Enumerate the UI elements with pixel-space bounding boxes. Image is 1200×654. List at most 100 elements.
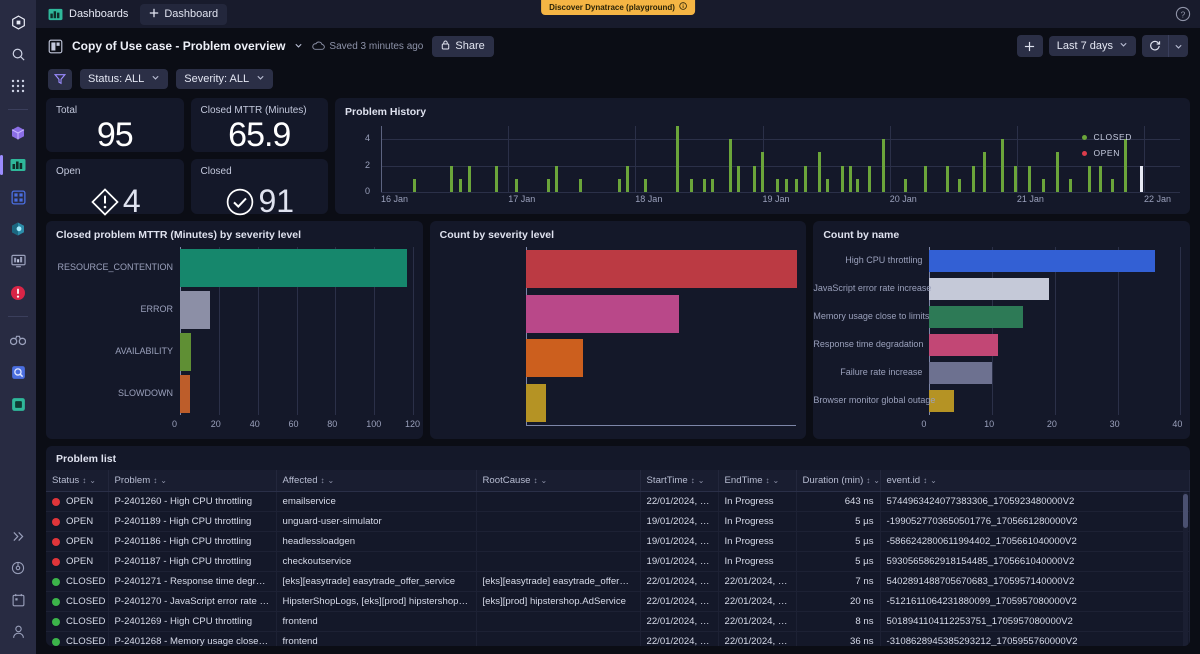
bar-closed[interactable] [737, 166, 740, 192]
table-row[interactable]: CLOSEDP-2401270 - JavaScript error rate … [46, 592, 1190, 612]
notebooks-icon[interactable] [6, 185, 30, 209]
bar-closed[interactable] [972, 166, 975, 192]
bar-closed[interactable] [1056, 152, 1059, 192]
bar-3[interactable] [526, 384, 546, 422]
bar-closed[interactable] [579, 179, 582, 192]
bar-closed[interactable] [644, 179, 647, 192]
sort-icon[interactable]: ↕ [82, 476, 86, 485]
bar-closed[interactable] [849, 166, 852, 192]
bar-closed[interactable] [690, 179, 693, 192]
bar-closed[interactable] [818, 152, 821, 192]
dashboards-app-button[interactable]: Dashboards [44, 6, 132, 23]
bar-closed[interactable] [1111, 179, 1114, 192]
expand-rail-icon[interactable] [6, 524, 30, 548]
bar-closed[interactable] [958, 179, 961, 192]
bar-closed[interactable] [946, 166, 949, 192]
distributed-tracing-icon[interactable] [6, 360, 30, 384]
bar-closed[interactable] [468, 166, 471, 192]
table-scrollbar-thumb[interactable] [1183, 494, 1188, 528]
table-header-endtime[interactable]: EndTime↕⌄ [718, 470, 796, 492]
title-chevron-down-icon[interactable] [294, 37, 303, 55]
search-icon[interactable] [6, 42, 30, 66]
refresh-icon[interactable] [1142, 35, 1168, 57]
sort-icon[interactable]: ↕ [766, 476, 770, 485]
calendar-icon[interactable] [6, 588, 30, 612]
problem-list-tile[interactable]: Problem list Status↕⌄Problem↕⌄Affected↕⌄… [46, 446, 1190, 646]
logs-icon[interactable] [6, 392, 30, 416]
table-header-duration-min[interactable]: Duration (min)↕⌄ [796, 470, 880, 492]
add-tile-button[interactable] [1017, 35, 1043, 57]
kpi-tile-total[interactable]: Total 95 [46, 98, 184, 152]
bar-closed[interactable] [1099, 166, 1102, 192]
bar-closed[interactable] [495, 166, 498, 192]
table-row[interactable]: OPENP-2401189 - High CPU throttlingungua… [46, 512, 1190, 532]
refresh-options-chevron-down-icon[interactable] [1168, 35, 1188, 57]
legend-item-closed[interactable]: CLOSED [1082, 132, 1132, 142]
table-header-affected[interactable]: Affected↕⌄ [276, 470, 476, 492]
kpi-tile-open[interactable]: Open 4 [46, 159, 184, 214]
bar-closed[interactable] [776, 179, 779, 192]
column-menu-chevron-down-icon[interactable]: ⌄ [773, 476, 780, 485]
sort-icon[interactable]: ↕ [534, 476, 538, 485]
chart-tile-mttr-by-severity[interactable]: Closed problem MTTR (Minutes) by severit… [46, 221, 423, 439]
table-header-starttime[interactable]: StartTime↕⌄ [640, 470, 718, 492]
chart-tile-problem-history[interactable]: Problem History 02416 Jan17 Jan18 Jan19 … [335, 98, 1190, 214]
bar-0[interactable] [929, 250, 1155, 272]
new-dashboard-tab-button[interactable]: Dashboard [140, 4, 227, 25]
table-row[interactable]: OPENP-2401186 - High CPU throttlingheadl… [46, 532, 1190, 552]
bar-closed[interactable] [459, 179, 462, 192]
legend-item-open[interactable]: OPEN [1082, 148, 1132, 158]
apps-grid-icon[interactable] [6, 74, 30, 98]
bar-closed[interactable] [856, 179, 859, 192]
bar-closed[interactable] [785, 179, 788, 192]
bar-closed[interactable] [804, 166, 807, 192]
account-icon[interactable] [6, 620, 30, 644]
bar-closed[interactable] [841, 166, 844, 192]
kpi-tile-closed[interactable]: Closed 91 [191, 159, 329, 214]
problems-icon[interactable] [6, 281, 30, 305]
column-menu-chevron-down-icon[interactable]: ⌄ [541, 476, 548, 485]
sort-icon[interactable]: ↕ [691, 476, 695, 485]
sort-icon[interactable]: ↕ [321, 476, 325, 485]
bar-closed[interactable] [983, 152, 986, 192]
bar-2[interactable] [929, 306, 1023, 328]
column-menu-chevron-down-icon[interactable]: ⌄ [698, 476, 705, 485]
table-header-problem[interactable]: Problem↕⌄ [108, 470, 276, 492]
bar-2[interactable] [180, 333, 191, 371]
data-explorer-icon[interactable] [6, 217, 30, 241]
column-menu-chevron-down-icon[interactable]: ⌄ [89, 476, 96, 485]
bar-closed[interactable] [1069, 179, 1072, 192]
bar-closed[interactable] [626, 166, 629, 192]
bar-closed[interactable] [1028, 166, 1031, 192]
bar-1[interactable] [526, 295, 679, 333]
sort-icon[interactable]: ↕ [153, 476, 157, 485]
share-button[interactable]: Share [432, 36, 493, 57]
bar-closed[interactable] [924, 166, 927, 192]
help-circle-icon[interactable]: ? [1174, 5, 1192, 23]
bar-closed[interactable] [450, 166, 453, 192]
table-row[interactable]: CLOSEDP-2401271 - Response time degradat… [46, 572, 1190, 592]
bar-closed[interactable] [1001, 139, 1004, 192]
bar-closed[interactable] [1042, 179, 1045, 192]
bar-closed[interactable] [1014, 166, 1017, 192]
bar-3[interactable] [180, 375, 190, 413]
bar-closed[interactable] [1088, 166, 1091, 192]
bar-closed[interactable] [711, 179, 714, 192]
bar-closed[interactable] [515, 179, 518, 192]
home-icon[interactable] [6, 10, 30, 34]
bar-closed[interactable] [868, 166, 871, 192]
bar-closed[interactable] [761, 152, 764, 192]
table-header-status[interactable]: Status↕⌄ [46, 470, 108, 492]
mttr-by-severity-plot[interactable]: 020406080100120RESOURCE_CONTENTIONERRORA… [46, 247, 413, 433]
filter-chip-status[interactable]: Status: ALL [80, 69, 168, 89]
table-header-rootcause[interactable]: RootCause↕⌄ [476, 470, 640, 492]
bar-closed[interactable] [729, 139, 732, 192]
table-row[interactable]: OPENP-2401187 - High CPU throttlingcheck… [46, 552, 1190, 572]
bar-1[interactable] [180, 291, 210, 329]
bar-3[interactable] [929, 334, 998, 356]
kpi-tile-closed-mttr[interactable]: Closed MTTR (Minutes) 65.9 [191, 98, 329, 152]
bar-2[interactable] [526, 339, 583, 377]
launchpad-icon[interactable] [6, 249, 30, 273]
sort-icon[interactable]: ↕ [923, 476, 927, 485]
table-row[interactable]: CLOSEDP-2401268 - Memory usage close to … [46, 632, 1190, 647]
